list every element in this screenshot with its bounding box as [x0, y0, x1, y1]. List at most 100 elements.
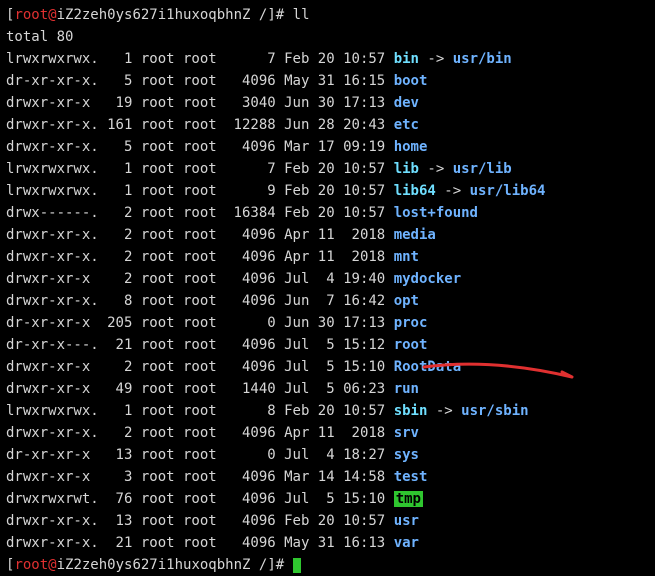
group: root [183, 422, 225, 444]
date: Feb 20 10:57 [276, 202, 386, 224]
links-count: 2 [99, 422, 133, 444]
size: 4096 [225, 268, 276, 290]
owner: root [141, 444, 183, 466]
filename: srv [394, 425, 419, 441]
owner: root [141, 312, 183, 334]
list-item: drwxr-xr-x.2 rootroot4096Apr 11 2018 mnt [6, 246, 649, 268]
date: Apr 11 2018 [276, 422, 386, 444]
links-count: 49 [99, 378, 133, 400]
filename: var [394, 535, 419, 551]
date: Feb 20 10:57 [276, 400, 386, 422]
filename: root [394, 337, 428, 353]
link-target: usr/bin [453, 51, 512, 67]
group: root [183, 290, 225, 312]
arrow-icon: -> [436, 403, 453, 419]
list-item: lrwxrwxrwx.1 rootroot9Feb 20 10:57 lib64… [6, 180, 649, 202]
owner: root [141, 224, 183, 246]
list-item: lrwxrwxrwx.1 rootroot7Feb 20 10:57 bin -… [6, 48, 649, 70]
size: 4096 [225, 334, 276, 356]
permissions: drwxr-xr-x. [6, 246, 99, 268]
links-count: 13 [99, 444, 133, 466]
permissions: dr-xr-xr-x. [6, 70, 99, 92]
permissions: drwxr-xr-x. [6, 136, 99, 158]
date: Jul 5 15:10 [276, 356, 386, 378]
total-line: total 80 [6, 26, 649, 48]
group: root [183, 312, 225, 334]
list-item: drwxr-xr-x.161 rootroot12288Jun 28 20:43… [6, 114, 649, 136]
size: 4096 [225, 356, 276, 378]
links-count: 8 [99, 290, 133, 312]
links-count: 161 [99, 114, 133, 136]
list-item: drwxr-xr-x2 rootroot4096Jul 5 15:10 Root… [6, 356, 649, 378]
filename: usr [394, 513, 419, 529]
list-item: drwxrwxrwt.76 rootroot4096Jul 5 15:10 tm… [6, 488, 649, 510]
permissions: drwxr-xr-x. [6, 422, 99, 444]
arrow-icon: -> [427, 51, 444, 67]
filename: run [394, 381, 419, 397]
owner: root [141, 268, 183, 290]
date: Jun 30 17:13 [276, 312, 386, 334]
owner: root [141, 114, 183, 136]
size: 3040 [225, 92, 276, 114]
size: 7 [225, 48, 276, 70]
filename: media [394, 227, 436, 243]
size: 12288 [225, 114, 276, 136]
size: 4096 [225, 488, 276, 510]
list-item: drwxr-xr-x19 rootroot3040Jun 30 17:13 de… [6, 92, 649, 114]
date: Jul 4 18:27 [276, 444, 386, 466]
size: 8 [225, 400, 276, 422]
owner: root [141, 466, 183, 488]
links-count: 1 [99, 48, 133, 70]
filename: sbin [394, 403, 428, 419]
permissions: drwxr-xr-x. [6, 510, 99, 532]
permissions: dr-xr-xr-x [6, 444, 99, 466]
date: Feb 20 10:57 [276, 48, 386, 70]
date: Jun 7 16:42 [276, 290, 386, 312]
date: Mar 17 09:19 [276, 136, 386, 158]
date: May 31 16:15 [276, 70, 386, 92]
links-count: 21 [99, 334, 133, 356]
group: root [183, 246, 225, 268]
filename: sys [394, 447, 419, 463]
size: 4096 [225, 466, 276, 488]
list-item: dr-xr-xr-x205 rootroot0Jun 30 17:13 proc [6, 312, 649, 334]
size: 0 [225, 312, 276, 334]
filename: test [394, 469, 428, 485]
permissions: drwxr-xr-x. [6, 114, 99, 136]
links-count: 5 [99, 70, 133, 92]
size: 9 [225, 180, 276, 202]
permissions: drwxr-xr-x [6, 356, 99, 378]
size: 4096 [225, 290, 276, 312]
date: Jul 5 06:23 [276, 378, 386, 400]
group: root [183, 356, 225, 378]
date: Jul 5 15:12 [276, 334, 386, 356]
group: root [183, 224, 225, 246]
links-count: 2 [99, 268, 133, 290]
links-count: 2 [99, 356, 133, 378]
size: 4096 [225, 422, 276, 444]
size: 4096 [225, 246, 276, 268]
permissions: drwxrwxrwt. [6, 488, 99, 510]
links-count: 3 [99, 466, 133, 488]
owner: root [141, 202, 183, 224]
list-item: drwxr-xr-x49 rootroot1440Jul 5 06:23 run [6, 378, 649, 400]
owner: root [141, 246, 183, 268]
links-count: 2 [99, 224, 133, 246]
link-target: usr/sbin [461, 403, 528, 419]
file-listing: lrwxrwxrwx.1 rootroot7Feb 20 10:57 bin -… [6, 48, 649, 554]
permissions: drwxr-xr-x [6, 268, 99, 290]
group: root [183, 180, 225, 202]
links-count: 2 [99, 202, 133, 224]
group: root [183, 488, 225, 510]
owner: root [141, 158, 183, 180]
list-item: drwxr-xr-x2 rootroot4096Jul 4 19:40 mydo… [6, 268, 649, 290]
filename: bin [394, 51, 419, 67]
list-item: drwxr-xr-x.2 rootroot4096Apr 11 2018 med… [6, 224, 649, 246]
date: May 31 16:13 [276, 532, 386, 554]
size: 4096 [225, 532, 276, 554]
prompt-line-2[interactable]: [root@iZ2zeh0ys627i1huxoqbhnZ /]# [6, 554, 649, 576]
prompt-user: root [14, 7, 48, 23]
date: Feb 20 10:57 [276, 510, 386, 532]
filename: opt [394, 293, 419, 309]
owner: root [141, 378, 183, 400]
